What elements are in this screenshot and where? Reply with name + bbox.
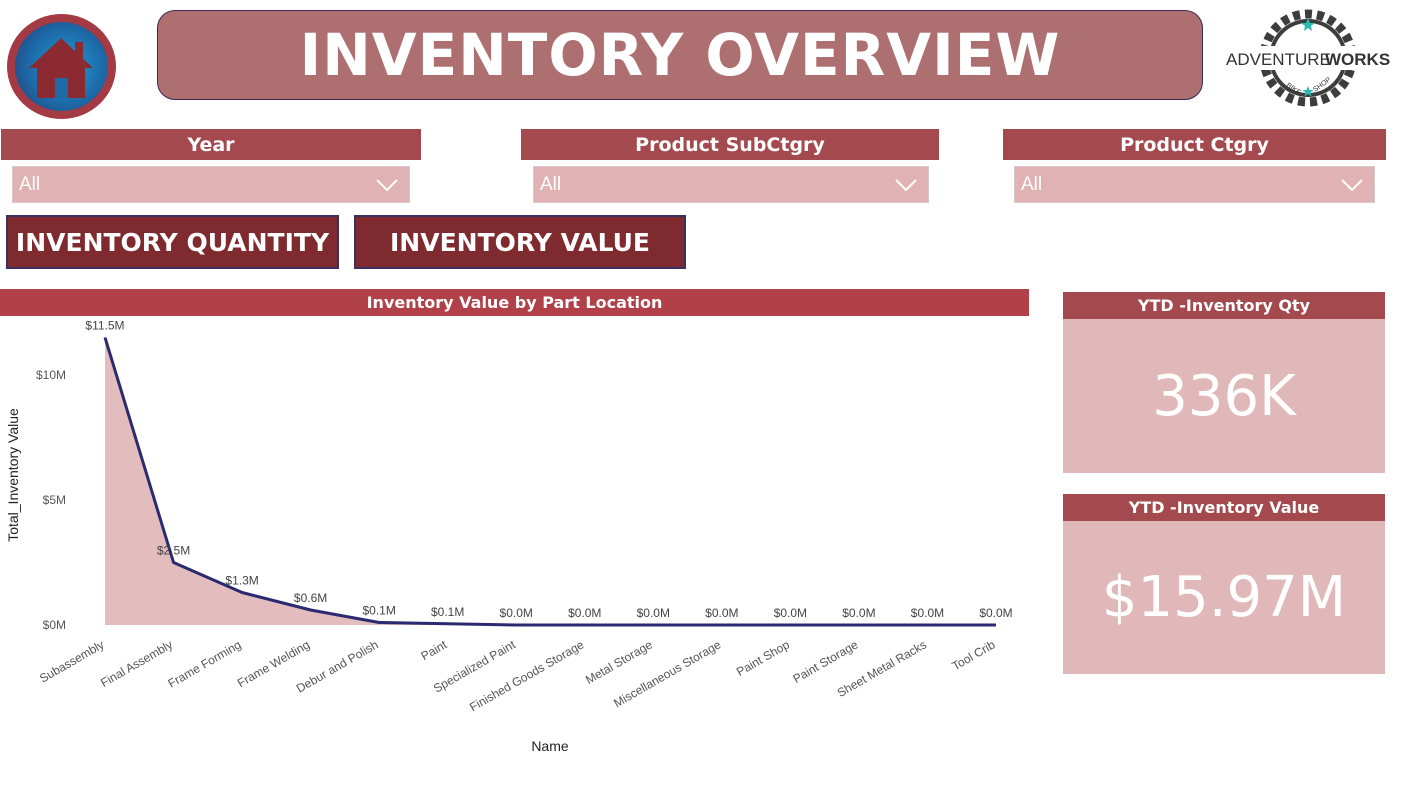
slicer-year-label: Year xyxy=(1,129,421,160)
data-label: $1.3M xyxy=(225,574,258,588)
inventory-value-button[interactable]: INVENTORY VALUE xyxy=(354,215,686,269)
data-label: $2.5M xyxy=(157,544,190,558)
x-tick-label: Subassembly xyxy=(37,637,106,685)
data-label: $0.0M xyxy=(842,606,875,620)
kpi-qty-value: 336K xyxy=(1152,363,1296,429)
x-axis-title: Name xyxy=(531,738,569,754)
data-label: $0.0M xyxy=(979,606,1012,620)
slicer-year-dropdown[interactable]: All xyxy=(12,166,410,203)
data-label: $0.0M xyxy=(911,606,944,620)
home-icon xyxy=(29,38,93,98)
kpi-card-qty: YTD -Inventory Qty 336K xyxy=(1063,292,1385,473)
data-label: $0.0M xyxy=(705,606,738,620)
kpi-value-title: YTD -Inventory Value xyxy=(1063,494,1385,521)
page-title: INVENTORY OVERVIEW xyxy=(299,21,1061,89)
y-tick-label: $10M xyxy=(36,368,66,382)
data-label: $11.5M xyxy=(85,320,124,333)
kpi-value-value: $15.97M xyxy=(1101,565,1347,630)
svg-text:ADVENTURE: ADVENTURE xyxy=(1226,50,1331,69)
data-label: $0.0M xyxy=(774,606,807,620)
kpi-card-value: YTD -Inventory Value $15.97M xyxy=(1063,494,1385,674)
inventory-value-chart: Total_Inventory Value Name $0M $5M $10M $11… xyxy=(5,320,1013,754)
x-tick-label: Paint xyxy=(418,637,449,663)
data-label: $0.0M xyxy=(637,606,670,620)
slicer-category-label: Product Ctgry xyxy=(1003,129,1386,160)
x-tick-label: Tool Crib xyxy=(949,637,997,673)
slicer-subcategory-label: Product SubCtgry xyxy=(521,129,939,160)
kpi-value-body: $15.97M xyxy=(1063,521,1385,674)
chevron-down-icon xyxy=(1341,178,1363,191)
x-tick-label: Frame Forming xyxy=(166,637,244,690)
data-label: $0.1M xyxy=(431,605,464,619)
y-tick-label: $5M xyxy=(43,493,66,507)
data-label: $0.1M xyxy=(362,604,395,618)
slicer-category-dropdown[interactable]: All xyxy=(1014,166,1375,203)
chart-title: Inventory Value by Part Location xyxy=(0,289,1029,316)
slicer-year: Year xyxy=(1,129,421,160)
slicer-category: Product Ctgry xyxy=(1003,129,1386,160)
slicer-subcategory-dropdown[interactable]: All xyxy=(533,166,929,203)
kpi-qty-body: 336K xyxy=(1063,319,1385,473)
title-banner: INVENTORY OVERVIEW xyxy=(157,10,1203,100)
adventureworks-logo: ADVENTURE WORKS BIKE SHOP xyxy=(1222,8,1394,108)
inventory-quantity-button[interactable]: INVENTORY QUANTITY xyxy=(6,215,339,269)
x-tick-label: Paint Shop xyxy=(734,637,792,679)
x-tick-label: Finished Goods Storage xyxy=(467,637,586,714)
slicer-year-value: All xyxy=(19,173,41,195)
slicer-subcategory-value: All xyxy=(540,173,562,195)
chevron-down-icon xyxy=(895,178,917,191)
y-axis-title: Total_Inventory Value xyxy=(5,408,21,542)
slicer-category-value: All xyxy=(1021,173,1043,195)
kpi-qty-title: YTD -Inventory Qty xyxy=(1063,292,1385,319)
home-button[interactable] xyxy=(7,14,116,119)
x-tick-label: Final Assembly xyxy=(98,637,175,689)
y-tick-label: $0M xyxy=(43,618,66,632)
svg-text:WORKS: WORKS xyxy=(1325,50,1390,69)
chevron-down-icon xyxy=(376,178,398,191)
data-label: $0.0M xyxy=(568,606,601,620)
data-label: $0.6M xyxy=(294,591,327,605)
data-label: $0.0M xyxy=(500,606,533,620)
slicer-subcategory: Product SubCtgry xyxy=(521,129,939,160)
